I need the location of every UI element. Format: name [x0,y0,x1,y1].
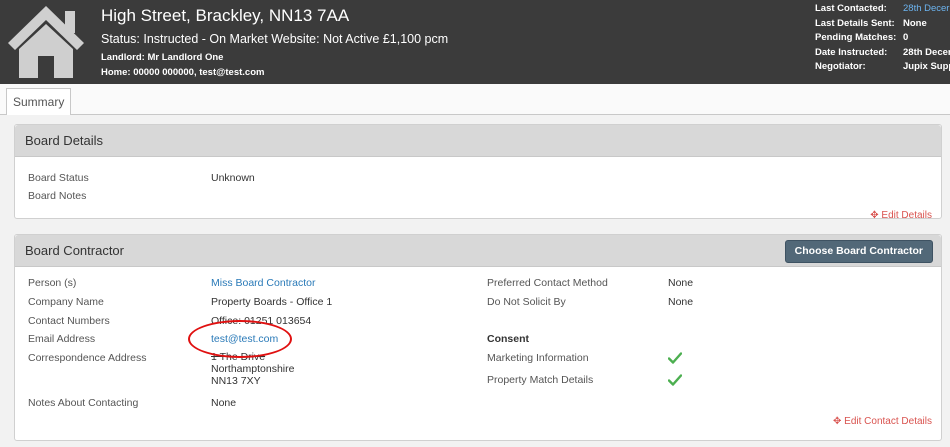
edit-icon: ✥ [870,210,882,221]
tab-summary[interactable]: Summary [6,88,72,116]
meta-negotiator: Negotiator: Jupix Supp [815,61,950,72]
contact-numbers-label: Contact Numbers [28,315,110,327]
edit-contact-details-link[interactable]: ✥ Edit Contact Details [833,416,932,427]
consent-heading: Consent [487,333,529,345]
meta-last-details-sent: Last Details Sent: None [815,17,927,29]
board-details-title: Board Details [25,133,104,148]
choose-board-contractor-button[interactable]: Choose Board Contractor [784,240,933,263]
property-status-line: Status: Instructed - On Market Website: … [101,32,449,46]
email-address-link[interactable]: test@test.com [211,333,278,345]
person-link[interactable]: Miss Board Contractor [211,277,315,289]
board-contractor-header: Board Contractor Choose Board Contractor [15,235,941,267]
address-line-2: Northamptonshire [211,363,295,375]
email-address-label: Email Address [28,333,96,345]
address-line-1: 1 The Drive [211,351,266,363]
correspondence-address-label: Correspondence Address [28,352,147,364]
house-icon [8,6,84,78]
property-address-title: High Street, Brackley, NN13 7AA [101,6,350,25]
board-status-label: Board Status [28,172,89,184]
preferred-contact-method-value: None [668,277,694,289]
tab-bar: Summary [0,84,950,116]
marketing-check-icon [668,352,682,364]
property-header: High Street, Brackley, NN13 7AA Status: … [0,0,950,84]
preferred-contact-method-label: Preferred Contact Method [487,277,608,289]
person-label: Person (s) [28,277,77,289]
address-line-3: NN13 7XY [211,375,261,387]
summary-content: Board Details Board Status Unknown Board… [0,115,950,447]
meta-last-contacted: Last Contacted: 28th Decer [815,3,950,14]
board-notes-label: Board Notes [28,190,87,202]
board-contractor-panel: Board Contractor Choose Board Contractor… [14,234,942,441]
do-not-solicit-label: Do Not Solicit By [487,296,566,308]
meta-date-instructed: Date Instructed: 28th Decer [815,46,950,58]
board-details-header: Board Details [15,125,941,157]
contact-numbers-value: Office: 01251 013654 [211,315,312,327]
edit-details-link[interactable]: ✥ Edit Details [870,210,932,221]
marketing-information-label: Marketing Information [487,352,589,364]
landlord-info: Landlord: Mr Landlord One [101,52,224,63]
edit-icon: ✥ [833,416,845,427]
notes-about-contacting-label: Notes About Contacting [28,397,139,409]
board-status-value: Unknown [211,172,255,184]
meta-pending-matches: Pending Matches: 0 [815,32,909,43]
company-name-label: Company Name [28,296,104,308]
do-not-solicit-value: None [668,296,694,308]
notes-about-contacting-value: None [211,397,237,409]
company-name-value: Property Boards - Office 1 [211,296,333,308]
board-details-panel: Board Details Board Status Unknown Board… [14,124,942,221]
home-contact-info: Home: 00000 000000, test@test.com [101,67,265,78]
property-match-check-icon [668,374,682,386]
property-meta: Last Contacted: 28th Decer Last Details S… [815,3,950,76]
board-contractor-title: Board Contractor [25,243,124,258]
property-match-details-label: Property Match Details [487,374,594,386]
